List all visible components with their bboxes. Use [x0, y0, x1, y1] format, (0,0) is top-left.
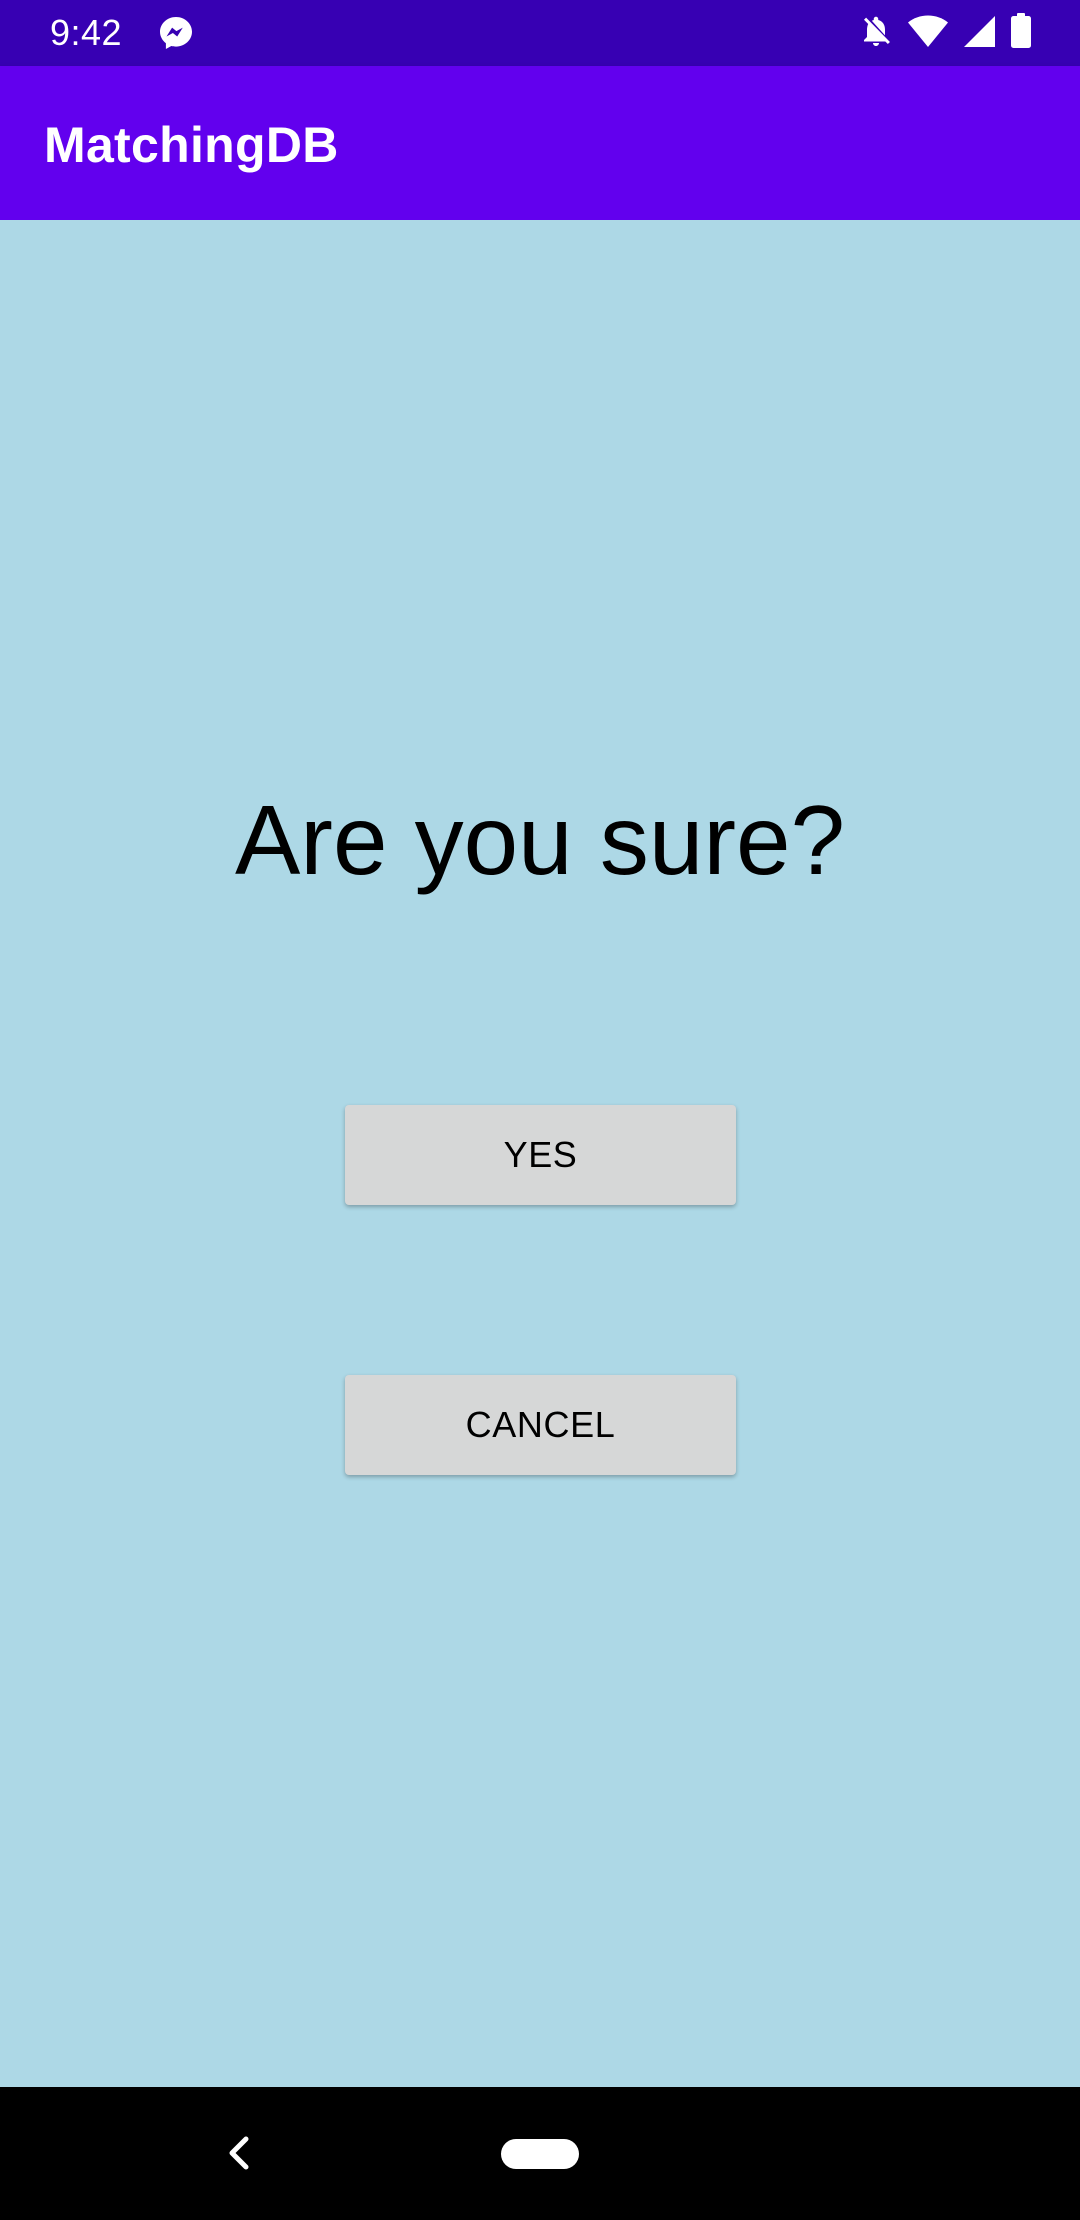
notifications-off-icon: [858, 13, 894, 54]
battery-icon: [1010, 12, 1032, 54]
wifi-icon: [908, 14, 948, 53]
app-bar: MatchingDB: [0, 66, 1080, 220]
navigation-bar: [0, 2087, 1080, 2220]
app-title: MatchingDB: [44, 117, 339, 173]
confirm-screen: Are you sure? YES CANCEL: [0, 220, 1080, 2087]
cellular-signal-icon: [962, 14, 996, 53]
status-time: 9:42: [50, 12, 123, 53]
messenger-icon: [158, 15, 194, 51]
home-pill-icon[interactable]: [501, 2139, 579, 2169]
confirm-question: Are you sure?: [234, 785, 846, 895]
status-icons: [858, 12, 1032, 54]
status-bar: 9:42: [0, 0, 1080, 66]
back-icon[interactable]: [222, 2133, 256, 2173]
yes-button[interactable]: YES: [345, 1105, 736, 1205]
cancel-button[interactable]: CANCEL: [345, 1375, 736, 1475]
